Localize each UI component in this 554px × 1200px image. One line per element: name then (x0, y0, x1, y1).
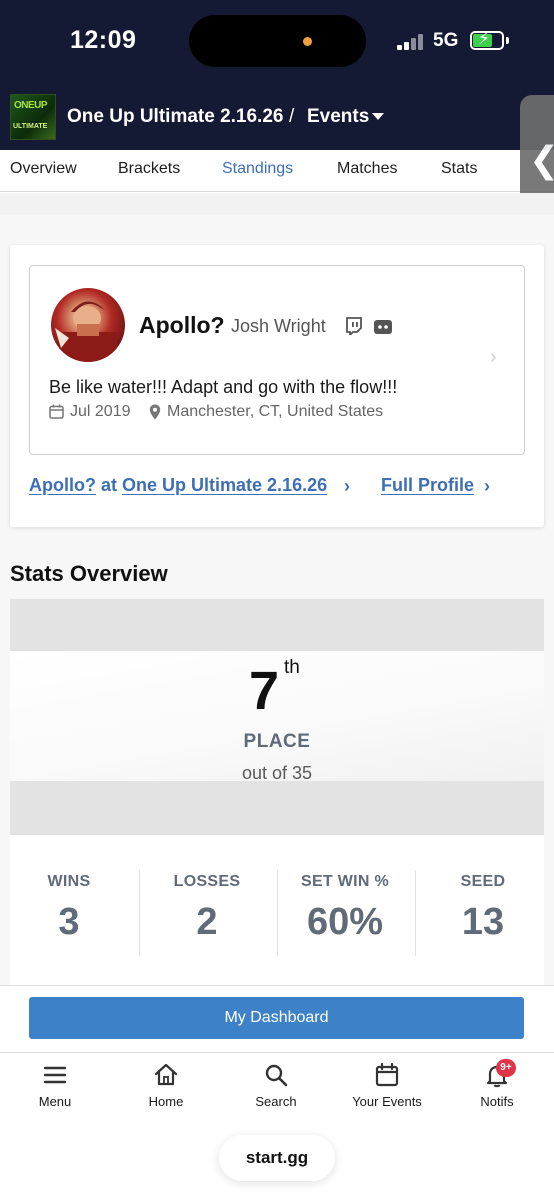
placement-band-top (10, 599, 544, 651)
stats-overview-title: Stats Overview (10, 561, 168, 586)
caret-down-icon[interactable] (372, 113, 384, 120)
twitch-icon[interactable] (345, 317, 363, 335)
signal-icon (397, 34, 427, 50)
placement-suffix: th (284, 657, 300, 678)
player-at-event-link[interactable]: Apollo? at One Up Ultimate 2.16.26 (29, 475, 327, 496)
event-logo[interactable]: ONEUP ULTIMATE (10, 94, 56, 140)
stat-wins: WINS 3 (47, 873, 91, 943)
my-dashboard-button[interactable]: My Dashboard (29, 997, 524, 1039)
tab-overview[interactable]: Overview (10, 160, 77, 178)
placement-number: 7 (249, 661, 280, 721)
status-time: 12:09 (70, 26, 137, 54)
tab-brackets[interactable]: Brackets (118, 160, 180, 178)
calendar-icon (375, 1062, 399, 1087)
breadcrumb-separator: / (289, 106, 295, 127)
stat-set-win-percent: SET WIN % 60% (300, 873, 390, 943)
stat-losses: LOSSES 2 (173, 873, 241, 943)
stat-seed: SEED 13 (460, 873, 506, 943)
nav-your-events[interactable]: Your Events (337, 1062, 437, 1109)
home-icon (154, 1063, 178, 1086)
chevron-right-icon: › (490, 346, 497, 368)
nav-search[interactable]: Search (226, 1062, 326, 1109)
nav-divider (0, 1052, 554, 1053)
events-dropdown[interactable]: Events (307, 106, 369, 128)
chevron-right-icon[interactable]: › (344, 476, 350, 497)
nav-home[interactable]: Home (116, 1062, 216, 1109)
gamer-tag: Apollo? (139, 312, 225, 338)
privacy-indicator-icon (303, 37, 312, 46)
player-bio: Be like water!!! Adapt and go with the f… (49, 377, 398, 397)
menu-icon (43, 1066, 67, 1084)
full-profile-link[interactable]: Full Profile (381, 475, 474, 496)
calendar-icon (49, 404, 64, 419)
browser-url-bar[interactable]: start.gg (219, 1135, 335, 1181)
placement-band-bottom (10, 781, 544, 835)
network-type: 5G (433, 30, 459, 51)
nav-menu[interactable]: Menu (5, 1062, 105, 1109)
divider-band (0, 193, 554, 215)
tab-standings[interactable]: Standings (222, 160, 293, 178)
placement-out-of: out of 35 (241, 763, 313, 783)
notification-badge: 9+ (496, 1059, 516, 1077)
avatar[interactable] (51, 288, 125, 362)
charging-bolt-icon: ⚡ (478, 29, 490, 48)
player-location: Manchester, CT, United States (167, 403, 384, 420)
placement-label: PLACE (243, 731, 311, 752)
real-name: Josh Wright (231, 316, 326, 336)
dynamic-island (189, 15, 366, 67)
event-tabs: Overview Brackets Standings Matches Stat… (0, 150, 554, 192)
joined-date: Jul 2019 (70, 403, 131, 420)
event-title-link[interactable]: One Up Ultimate 2.16.26 (67, 106, 283, 128)
chevron-right-icon[interactable]: › (484, 476, 490, 497)
tab-matches[interactable]: Matches (337, 160, 397, 178)
battery-nub (506, 37, 509, 44)
discord-icon[interactable] (373, 318, 393, 336)
location-pin-icon (149, 404, 161, 420)
chevron-left-icon: ❮ (529, 139, 554, 181)
tab-stats[interactable]: Stats (441, 160, 477, 178)
search-icon (265, 1064, 288, 1087)
